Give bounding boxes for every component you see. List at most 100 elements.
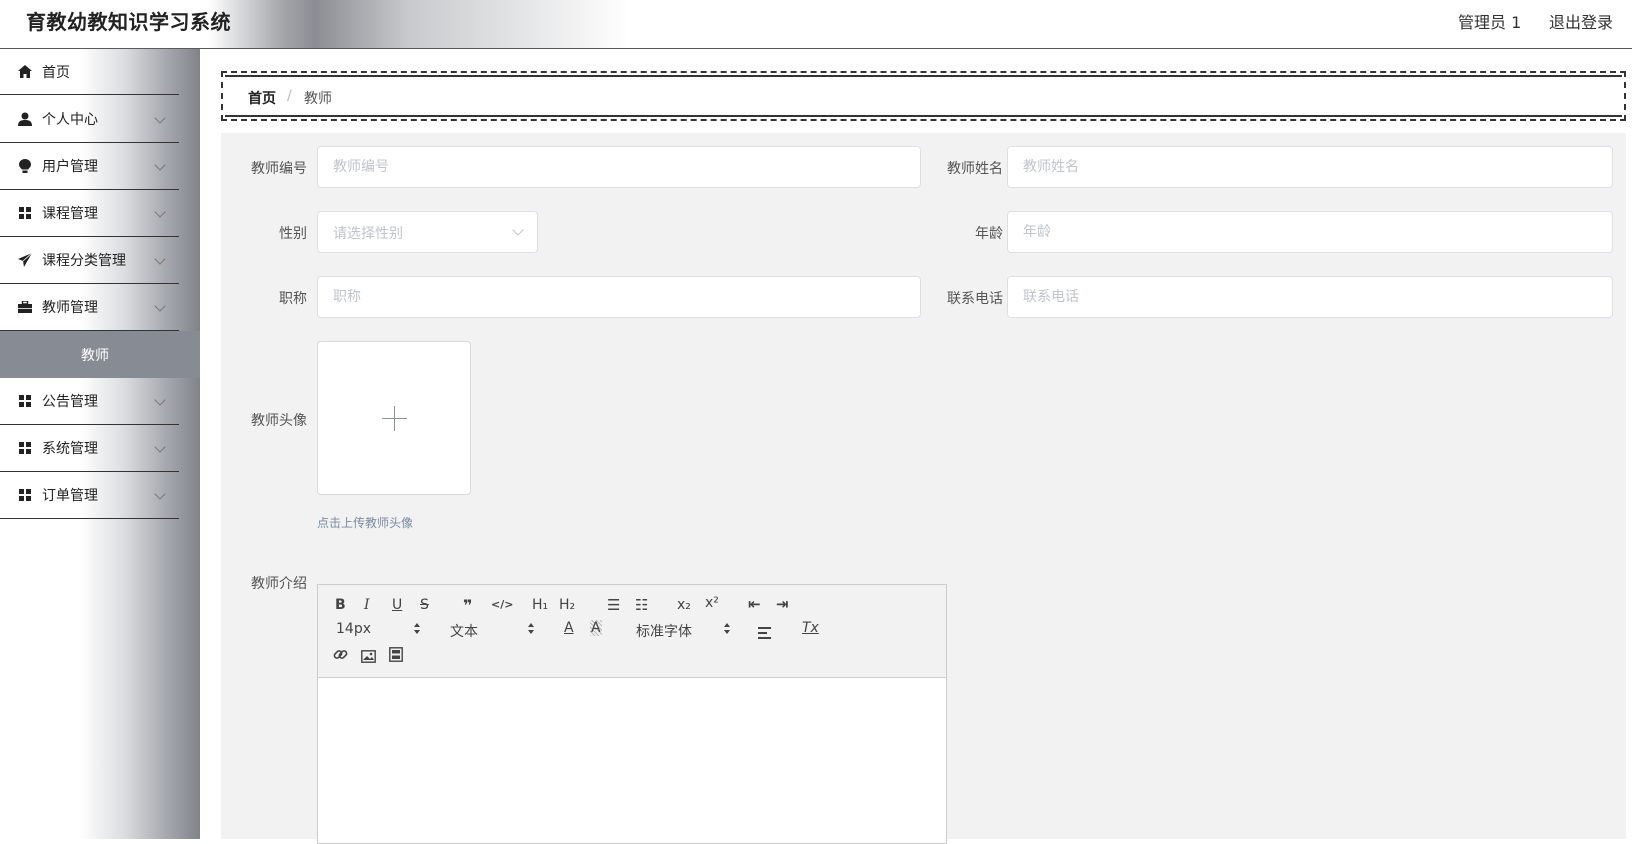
title-input[interactable] bbox=[317, 276, 921, 318]
gender-select[interactable]: 请选择性别 bbox=[317, 211, 538, 253]
updown-icon-bottom bbox=[724, 630, 730, 634]
font-family-select[interactable]: 标准字体 bbox=[636, 621, 736, 640]
chevron-down-icon bbox=[512, 224, 524, 236]
age-label: 年龄 bbox=[975, 226, 1003, 242]
updown-icon bbox=[528, 623, 534, 627]
briefcase-icon bbox=[17, 299, 32, 314]
background-color-icon[interactable]: A bbox=[590, 620, 602, 636]
breadcrumb-separator: / bbox=[287, 88, 292, 104]
chevron-down-icon bbox=[154, 159, 166, 171]
sidebar: 首页 个人中心 用户管理 课程管理 课程分类管理 教师管理 教师 公告管理 系统… bbox=[0, 49, 200, 839]
editor-toolbar: B I U S ❞ </> H₁ H₂ ☰ ☷ x₂ x² ⇤ ⇥ 14px 文… bbox=[318, 585, 946, 678]
phone-input[interactable] bbox=[1007, 276, 1613, 318]
logout-link[interactable]: 退出登录 bbox=[1549, 9, 1613, 33]
age-input[interactable] bbox=[1007, 211, 1613, 253]
phone-label: 联系电话 bbox=[947, 291, 1003, 307]
sidebar-item-label: 订单管理 bbox=[42, 488, 98, 504]
gender-label: 性别 bbox=[279, 226, 307, 242]
grid-icon bbox=[17, 393, 32, 408]
sidebar-item-personal-center[interactable]: 个人中心 bbox=[0, 96, 179, 143]
breadcrumb-current: 教师 bbox=[304, 91, 332, 107]
sidebar-item-announcement-management[interactable]: 公告管理 bbox=[0, 378, 179, 425]
font-color-icon[interactable]: A bbox=[564, 620, 574, 636]
breadcrumb-home[interactable]: 首页 bbox=[248, 88, 276, 108]
home-icon bbox=[17, 64, 32, 79]
link-icon[interactable] bbox=[333, 647, 348, 666]
chevron-down-icon bbox=[154, 206, 166, 218]
bulb-icon bbox=[17, 158, 32, 173]
strike-button[interactable]: S bbox=[420, 597, 429, 613]
underline-button[interactable]: U bbox=[392, 597, 402, 613]
code-block-button[interactable]: </> bbox=[491, 598, 513, 611]
header-2-button[interactable]: H₂ bbox=[559, 597, 575, 613]
avatar-upload-tip: 点击上传教师头像 bbox=[317, 516, 414, 530]
updown-icon-bottom bbox=[414, 630, 420, 634]
sidebar-item-label: 系统管理 bbox=[42, 441, 98, 457]
sidebar-item-course-category-management[interactable]: 课程分类管理 bbox=[0, 237, 179, 284]
header-select[interactable]: 文本 bbox=[450, 621, 540, 640]
teacher-no-label: 教师编号 bbox=[251, 161, 307, 177]
font-size-select[interactable]: 14px bbox=[336, 621, 426, 639]
teacher-form: 教师编号 教师姓名 性别 请选择性别 年龄 职称 联系电话 教师头像 点击上传教… bbox=[221, 133, 1626, 844]
image-icon[interactable] bbox=[361, 648, 376, 667]
subscript-button[interactable]: x₂ bbox=[677, 597, 691, 613]
sidebar-item-course-management[interactable]: 课程管理 bbox=[0, 190, 179, 237]
sidebar-item-user-management[interactable]: 用户管理 bbox=[0, 143, 179, 190]
sidebar-subitem-teacher[interactable]: 教师 bbox=[0, 331, 200, 378]
top-header: 育教幼教知识学习系统 管理员 1 退出登录 bbox=[0, 0, 1632, 49]
teacher-name-input[interactable] bbox=[1007, 146, 1613, 188]
blockquote-button[interactable]: ❞ bbox=[463, 596, 472, 615]
sidebar-item-label: 首页 bbox=[42, 65, 70, 81]
font-size-value: 14px bbox=[336, 621, 371, 637]
updown-icon bbox=[414, 623, 420, 627]
sidebar-item-teacher-management[interactable]: 教师管理 bbox=[0, 284, 179, 331]
bullet-list-button[interactable]: ☷ bbox=[635, 596, 648, 614]
chevron-down-icon bbox=[154, 300, 166, 312]
intro-label: 教师介绍 bbox=[251, 576, 307, 592]
sidebar-item-label: 个人中心 bbox=[42, 112, 98, 128]
send-icon bbox=[17, 252, 32, 267]
superscript-button[interactable]: x² bbox=[705, 595, 719, 611]
title-label: 职称 bbox=[279, 291, 307, 307]
user-icon bbox=[17, 111, 32, 126]
italic-button[interactable]: I bbox=[364, 597, 370, 613]
editor-content-area[interactable] bbox=[318, 679, 946, 843]
sidebar-item-home[interactable]: 首页 bbox=[0, 49, 179, 95]
sidebar-subitem-label: 教师 bbox=[81, 348, 109, 364]
ordered-list-button[interactable]: ☰ bbox=[607, 596, 620, 614]
indent-button[interactable]: ⇥ bbox=[776, 595, 789, 613]
grid-icon bbox=[17, 205, 32, 220]
current-user: 管理员 1 bbox=[1458, 13, 1522, 32]
teacher-name-label: 教师姓名 bbox=[947, 161, 1003, 177]
rich-text-editor: B I U S ❞ </> H₁ H₂ ☰ ☷ x₂ x² ⇤ ⇥ 14px 文… bbox=[317, 584, 947, 844]
chevron-down-icon bbox=[154, 394, 166, 406]
avatar-uploader[interactable] bbox=[317, 341, 471, 495]
chevron-down-icon bbox=[154, 253, 166, 265]
bold-button[interactable]: B bbox=[335, 597, 346, 613]
sidebar-item-label: 课程分类管理 bbox=[42, 253, 126, 269]
clean-format-button[interactable]: Tx bbox=[802, 620, 819, 636]
chevron-down-icon bbox=[154, 441, 166, 453]
teacher-no-input[interactable] bbox=[317, 146, 921, 188]
avatar-label: 教师头像 bbox=[251, 413, 307, 429]
updown-icon-bottom bbox=[528, 630, 534, 634]
align-icon[interactable] bbox=[758, 624, 773, 639]
updown-icon bbox=[724, 623, 730, 627]
video-icon[interactable] bbox=[389, 647, 403, 666]
header-select-value: 文本 bbox=[450, 624, 478, 640]
sidebar-item-label: 课程管理 bbox=[42, 206, 98, 222]
sidebar-item-label: 教师管理 bbox=[42, 300, 98, 316]
outdent-button[interactable]: ⇤ bbox=[748, 595, 761, 613]
chevron-down-icon bbox=[154, 488, 166, 500]
breadcrumb: 首页 / 教师 bbox=[221, 71, 1626, 121]
sidebar-item-system-management[interactable]: 系统管理 bbox=[0, 425, 179, 472]
sidebar-item-order-management[interactable]: 订单管理 bbox=[0, 472, 179, 519]
gender-select-placeholder: 请选择性别 bbox=[333, 226, 403, 242]
grid-icon bbox=[17, 487, 32, 502]
sidebar-item-label: 公告管理 bbox=[42, 394, 98, 410]
header-1-button[interactable]: H₁ bbox=[532, 597, 548, 613]
sidebar-item-label: 用户管理 bbox=[42, 159, 98, 175]
font-family-value: 标准字体 bbox=[636, 624, 692, 640]
grid-icon bbox=[17, 440, 32, 455]
app-title: 育教幼教知识学习系统 bbox=[26, 10, 231, 34]
